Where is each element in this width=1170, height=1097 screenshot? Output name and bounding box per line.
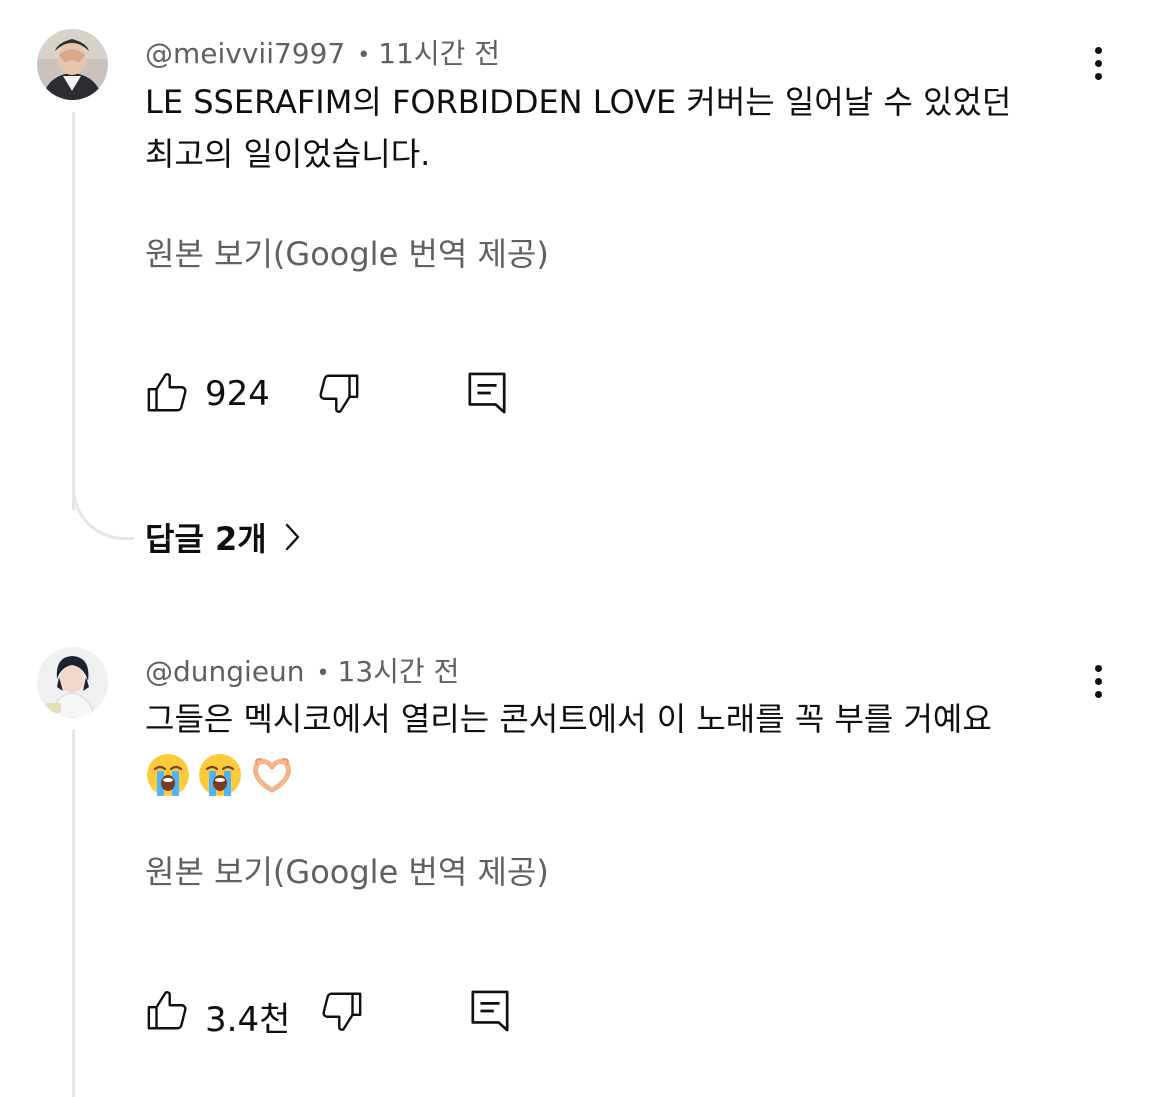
thumbs-up-icon	[147, 373, 187, 412]
menu-dot	[1094, 690, 1102, 698]
avatar[interactable]	[37, 647, 108, 718]
more-options-button[interactable]	[1082, 41, 1114, 85]
comment-text-line: 최고의 일이었습니다.	[145, 135, 431, 173]
thread-line	[72, 730, 75, 1097]
menu-dot	[1094, 677, 1102, 685]
menu-dot	[1094, 59, 1102, 67]
separator-dot: •	[316, 660, 330, 686]
comment-handle[interactable]: @dungieun	[145, 655, 305, 688]
view-original-link[interactable]: 원본 보기(Google 번역 제공)	[145, 847, 549, 893]
thumbs-up-icon	[147, 991, 187, 1030]
dislike-button[interactable]	[318, 988, 364, 1038]
comment-meta: @dungieun • 13시간 전	[145, 650, 459, 690]
reply-thread-curve	[72, 470, 134, 540]
avatar[interactable]	[37, 29, 108, 100]
menu-dot	[1094, 46, 1102, 54]
view-replies-button[interactable]: 답글 2개	[145, 512, 303, 562]
like-count: 3.4천	[205, 1000, 291, 1040]
comment-time[interactable]: 13시간 전	[338, 655, 460, 688]
separator-dot: •	[357, 42, 371, 68]
menu-dot	[1094, 664, 1102, 672]
emoji-row	[145, 752, 295, 798]
thread-line	[72, 112, 75, 510]
thumbs-down-icon	[322, 992, 362, 1031]
reply-button[interactable]	[466, 370, 508, 420]
thumbs-down-icon	[319, 374, 359, 413]
like-count: 924	[205, 374, 270, 414]
loudly-crying-face-icon	[147, 754, 189, 796]
comment-text-line: 그들은 멕시코에서 열리는 콘서트에서 이 노래를 꼭 부를 거예요	[145, 700, 992, 738]
chevron-right-icon	[285, 523, 299, 551]
view-original-link[interactable]: 원본 보기(Google 번역 제공)	[145, 229, 549, 275]
comments-page: @meivvii7997 • 11시간 전 LE SSERAFIM의 FORBIDD…	[0, 0, 1170, 1097]
comment-time[interactable]: 11시간 전	[378, 37, 500, 70]
more-options-button[interactable]	[1082, 659, 1114, 703]
replies-label: 답글 2개	[145, 520, 267, 558]
like-button[interactable]	[145, 370, 191, 420]
dislike-button[interactable]	[315, 370, 361, 420]
comment-meta: @meivvii7997 • 11시간 전	[145, 32, 500, 72]
comment-text: 그들은 멕시코에서 열리는 콘서트에서 이 노래를 꼭 부를 거예요	[145, 693, 1085, 745]
comment-icon	[471, 990, 509, 1032]
comment-text: LE SSERAFIM의 FORBIDDEN LOVE 커버는 일어날 수 있었…	[145, 76, 1085, 180]
like-button[interactable]	[145, 988, 191, 1038]
reply-button[interactable]	[469, 988, 511, 1038]
heart-hands-icon	[253, 757, 291, 793]
comment-handle[interactable]: @meivvii7997	[145, 37, 345, 70]
menu-dot	[1094, 72, 1102, 80]
loudly-crying-face-icon	[199, 754, 241, 796]
comment-icon	[468, 372, 506, 414]
comment-text-line: LE SSERAFIM의 FORBIDDEN LOVE 커버는 일어날 수 있었…	[145, 83, 1012, 121]
